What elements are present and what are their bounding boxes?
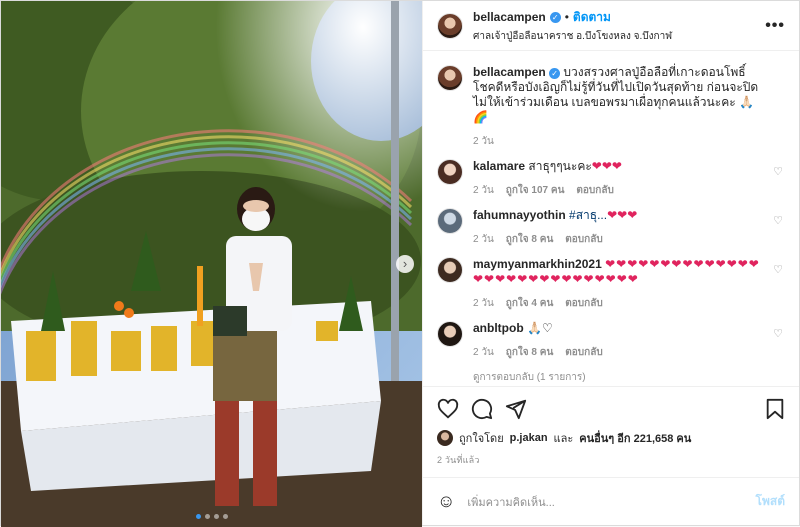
comment-likes[interactable]: ถูกใจ 8 คน [506, 345, 554, 360]
carousel-dot [222, 514, 228, 519]
comment-hearts: ❤❤❤ [607, 208, 638, 222]
comment-likes[interactable]: ถูกใจ 4 คน [506, 296, 554, 311]
liked-by-user[interactable]: p.jakan [510, 432, 548, 444]
comment-meta: 2 วัน ถูกใจ 8 คน ตอบกลับ [473, 345, 761, 360]
comment-hearts: ❤❤❤ [591, 159, 622, 173]
comment-item: kalamare สาธุๆๆนะคะ❤❤❤ 2 วัน ถูกใจ 107 ค… [437, 159, 785, 198]
bookmark-icon[interactable] [765, 398, 785, 420]
caption-meta: 2 วัน [473, 134, 761, 149]
post-photo[interactable]: › [1, 1, 422, 527]
reply-button[interactable]: ตอบกลับ [565, 345, 602, 360]
comment-text-block: fahumnayyothin #สาธุ...❤❤❤ [473, 208, 761, 223]
caption: bellacampen ✓ บวงสรวงศาลปู่อือลือที่เกาะ… [437, 65, 785, 149]
comment-text-block: anbltpob 🙏🏻♡ [473, 321, 761, 336]
comment-meta: 2 วัน ถูกใจ 107 คน ตอบกลับ [473, 183, 761, 198]
comment-body: kalamare สาธุๆๆนะคะ❤❤❤ 2 วัน ถูกใจ 107 ค… [473, 159, 785, 198]
post-username[interactable]: bellacampen [473, 10, 546, 24]
verified-icon: ✓ [549, 11, 561, 23]
comment-username[interactable]: kalamare [473, 159, 525, 173]
comment-username[interactable]: maymyanmarkhin2021 [473, 257, 602, 271]
avatar[interactable] [437, 257, 463, 283]
comment-item: maymyanmarkhin2021 ❤❤❤❤❤❤❤❤❤❤❤❤❤❤❤❤❤❤❤❤❤… [437, 257, 785, 311]
action-bar: ถูกใจโดย p.jakan และ คนอื่นๆ อีก 221,658… [423, 386, 799, 467]
comment-body: fahumnayyothin #สาธุ...❤❤❤ 2 วัน ถูกใจ 8… [473, 208, 785, 247]
comment-likes[interactable]: ถูกใจ 8 คน [506, 232, 554, 247]
reply-button[interactable]: ตอบกลับ [565, 296, 602, 311]
avatar[interactable] [437, 321, 463, 347]
comment-like-heart-icon[interactable]: ♡ [773, 327, 783, 340]
photo-illustration [1, 1, 422, 527]
comment-text-block: maymyanmarkhin2021 ❤❤❤❤❤❤❤❤❤❤❤❤❤❤❤❤❤❤❤❤❤… [473, 257, 761, 287]
caption-text-block: bellacampen ✓ บวงสรวงศาลปู่อือลือที่เกาะ… [473, 65, 761, 125]
comment-text-block: kalamare สาธุๆๆนะคะ❤❤❤ [473, 159, 761, 174]
add-comment-bar: ☺ เพิ่มความคิดเห็น... โพสต์ [423, 477, 799, 525]
avatar[interactable] [437, 430, 453, 446]
comment-item: anbltpob 🙏🏻♡ 2 วัน ถูกใจ 8 คน ตอบกลับ ดู… [437, 321, 785, 385]
carousel-next-button[interactable]: › [396, 255, 414, 273]
comment-item: fahumnayyothin #สาธุ...❤❤❤ 2 วัน ถูกใจ 8… [437, 208, 785, 247]
verified-icon: ✓ [549, 68, 561, 79]
post-timestamp[interactable]: 2 วันที่แล้ว [437, 453, 785, 467]
comment-like-heart-icon[interactable]: ♡ [773, 165, 783, 178]
comment-text: สาธุๆๆนะคะ [528, 159, 592, 173]
comment-time[interactable]: 2 วัน [473, 296, 494, 311]
comment-hashtag[interactable]: #สาธุ... [569, 208, 607, 222]
comment-time[interactable]: 2 วัน [473, 345, 494, 360]
header-info: bellacampen ✓ • ติดตาม ศาลเจ้าปู่อือลือน… [473, 8, 672, 44]
heart-icon[interactable] [437, 398, 459, 420]
post-location[interactable]: ศาลเจ้าปู่อือลือนาคราช อ.บึงโขงหลง จ.บึง… [473, 29, 672, 44]
comment-likes[interactable]: ถูกใจ 107 คน [506, 183, 565, 198]
comment-body: maymyanmarkhin2021 ❤❤❤❤❤❤❤❤❤❤❤❤❤❤❤❤❤❤❤❤❤… [473, 257, 785, 311]
comment-input[interactable]: เพิ่มความคิดเห็น... [467, 493, 755, 511]
carousel-dot [195, 514, 201, 519]
post-header: bellacampen ✓ • ติดตาม ศาลเจ้าปู่อือลือน… [423, 1, 799, 51]
liked-by-middle: และ [553, 433, 574, 445]
reply-button[interactable]: ตอบกลับ [565, 232, 602, 247]
avatar[interactable] [437, 159, 463, 185]
view-replies-button[interactable]: ดูการตอบกลับ (1 รายการ) [473, 370, 761, 385]
more-options-icon[interactable]: ••• [765, 17, 785, 35]
carousel-indicator [195, 514, 228, 519]
comment-username[interactable]: fahumnayyothin [473, 208, 566, 222]
comment-body: anbltpob 🙏🏻♡ 2 วัน ถูกใจ 8 คน ตอบกลับ ดู… [473, 321, 785, 385]
post-comment-button[interactable]: โพสต์ [756, 492, 785, 511]
follow-button[interactable]: ติดตาม [573, 8, 611, 27]
comment-meta: 2 วัน ถูกใจ 8 คน ตอบกลับ [473, 232, 761, 247]
comment-meta: 2 วัน ถูกใจ 4 คน ตอบกลับ [473, 296, 761, 311]
avatar[interactable] [437, 65, 463, 91]
comment-text: 🙏🏻♡ [527, 321, 553, 335]
header-username-row: bellacampen ✓ • ติดตาม [473, 8, 672, 27]
comment-icon[interactable] [471, 398, 493, 420]
post-dialog: › bellacampen ✓ • ติดตาม ศาลเจ้าปู่อือลื… [0, 0, 800, 527]
carousel-dot [213, 514, 219, 519]
emoji-icon[interactable]: ☺ [437, 491, 455, 512]
liked-by-prefix: ถูกใจโดย [459, 433, 504, 445]
comments-list: bellacampen ✓ บวงสรวงศาลปู่อือลือที่เกาะ… [423, 51, 799, 386]
carousel-dot [204, 514, 210, 519]
avatar[interactable] [437, 12, 463, 39]
share-icon[interactable] [505, 398, 527, 420]
comment-time[interactable]: 2 วัน [473, 232, 494, 247]
comment-time[interactable]: 2 วัน [473, 183, 494, 198]
comment-username[interactable]: anbltpob [473, 321, 524, 335]
post-side-panel: bellacampen ✓ • ติดตาม ศาลเจ้าปู่อือลือน… [422, 1, 799, 525]
dot-separator: • [564, 10, 569, 24]
caption-username[interactable]: bellacampen [473, 65, 546, 79]
action-icons [437, 393, 785, 425]
caption-time[interactable]: 2 วัน [473, 134, 494, 149]
reply-button[interactable]: ตอบกลับ [576, 183, 613, 198]
caption-body: bellacampen ✓ บวงสรวงศาลปู่อือลือที่เกาะ… [473, 65, 785, 149]
liked-by-others[interactable]: คนอื่นๆ อีก 221,658 คน [579, 429, 691, 447]
comment-like-heart-icon[interactable]: ♡ [773, 214, 783, 227]
avatar[interactable] [437, 208, 463, 234]
comment-like-heart-icon[interactable]: ♡ [773, 263, 783, 276]
liked-by-row: ถูกใจโดย p.jakan และ คนอื่นๆ อีก 221,658… [437, 429, 785, 447]
